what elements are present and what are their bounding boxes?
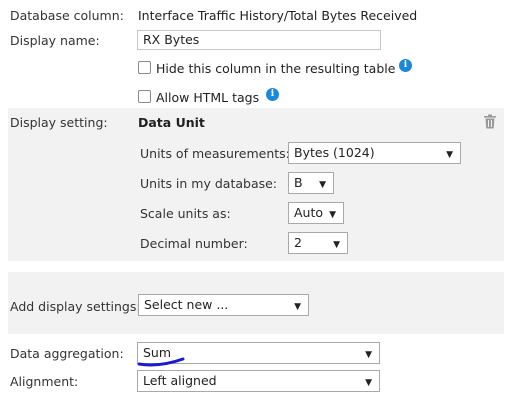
add-display-settings-label: Add display settings: <box>10 299 141 314</box>
alignment-select[interactable]: Left aligned ▼ <box>137 370 380 392</box>
info-icon[interactable]: i <box>399 59 412 72</box>
data-aggregation-label: Data aggregation: <box>10 346 124 361</box>
decimal-number-value: 2 <box>294 235 302 250</box>
scale-units-value: Auto <box>294 205 324 220</box>
decimal-number-select[interactable]: 2 ▼ <box>288 232 348 254</box>
hide-column-label: Hide this column in the resulting table <box>156 61 396 76</box>
scale-units-select[interactable]: Auto ▼ <box>288 202 344 224</box>
alignment-value: Left aligned <box>143 373 217 388</box>
add-display-settings-select[interactable]: Select new ... ▼ <box>138 294 309 316</box>
trash-icon[interactable] <box>483 114 497 132</box>
database-column-label: Database column: <box>10 8 124 23</box>
units-database-value: B <box>294 175 303 190</box>
display-setting-title: Data Unit <box>138 115 205 130</box>
decimal-number-label: Decimal number: <box>140 236 248 251</box>
units-database-label: Units in my database: <box>140 176 278 191</box>
chevron-down-icon: ▼ <box>329 210 336 220</box>
display-name-label: Display name: <box>10 33 100 48</box>
units-database-select[interactable]: B ▼ <box>288 172 334 194</box>
allow-html-checkbox[interactable] <box>138 90 151 103</box>
annotation-underline <box>137 357 185 367</box>
chevron-down-icon: ▼ <box>319 180 326 190</box>
chevron-down-icon: ▼ <box>446 150 453 160</box>
chevron-down-icon: ▼ <box>294 302 301 312</box>
scale-units-label: Scale units as: <box>140 206 231 221</box>
units-measurement-select[interactable]: Bytes (1024) ▼ <box>288 142 461 164</box>
display-name-input[interactable]: RX Bytes <box>137 30 381 50</box>
database-column-value: Interface Traffic History/Total Bytes Re… <box>138 8 418 23</box>
hide-column-checkbox[interactable] <box>138 61 151 74</box>
alignment-label: Alignment: <box>10 374 79 389</box>
allow-html-label: Allow HTML tags <box>156 90 260 105</box>
chevron-down-icon: ▼ <box>333 240 340 250</box>
display-setting-label: Display setting: <box>10 115 108 130</box>
chevron-down-icon: ▼ <box>365 378 372 388</box>
add-display-settings-value: Select new ... <box>144 297 229 312</box>
info-icon[interactable]: i <box>266 88 279 101</box>
units-measurement-label: Units of measurements: <box>140 146 290 161</box>
units-measurement-value: Bytes (1024) <box>294 145 375 160</box>
chevron-down-icon: ▼ <box>365 350 372 360</box>
